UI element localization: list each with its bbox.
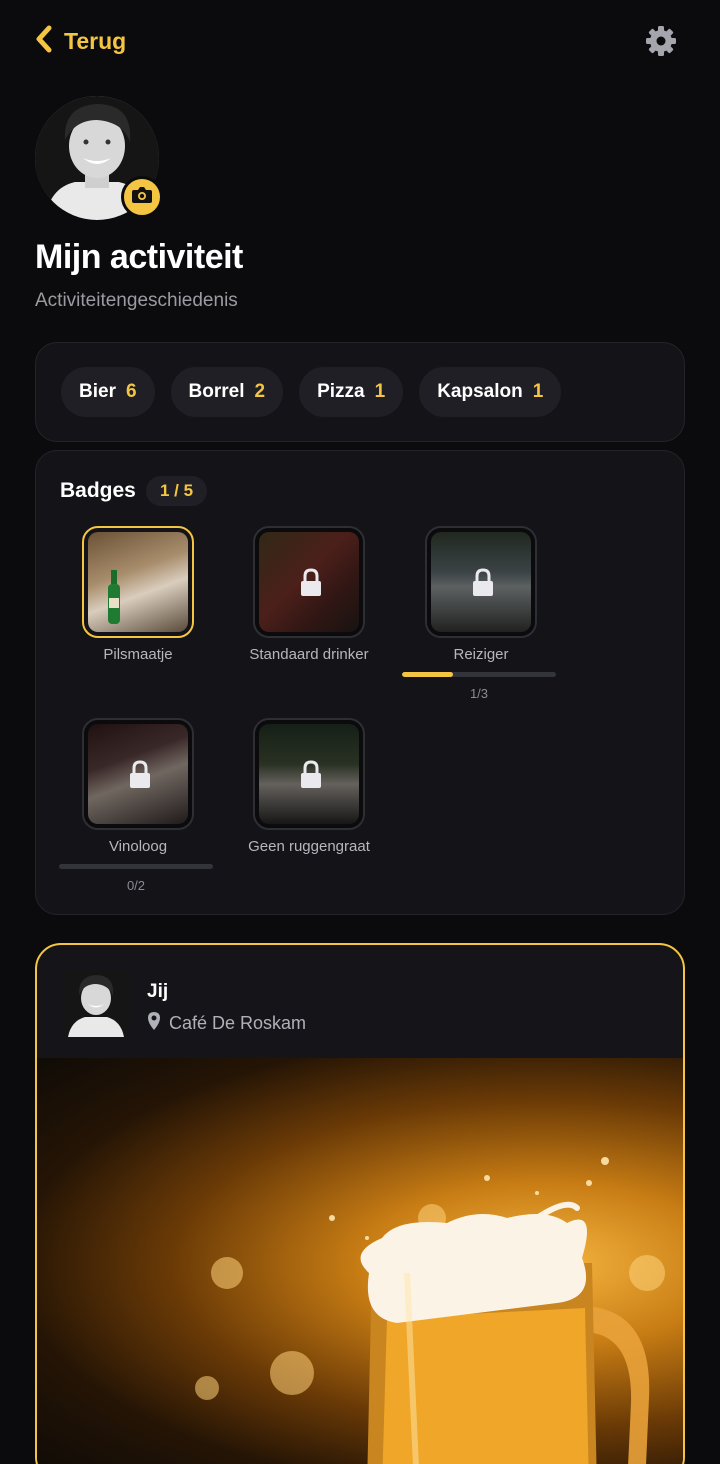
- map-pin-icon: [147, 1011, 161, 1036]
- activity-stats-card: Bier 6 Borrel 2 Pizza 1 Kapsalon 1: [35, 342, 685, 442]
- post-location[interactable]: Café De Roskam: [147, 1011, 306, 1036]
- lock-icon: [130, 760, 150, 788]
- stat-chip-kapsalon[interactable]: Kapsalon 1: [419, 367, 562, 417]
- badge-image: [253, 526, 365, 638]
- lock-icon: [301, 568, 321, 596]
- post-author-avatar[interactable]: [63, 971, 129, 1037]
- badge-progress-label: 0/2: [126, 878, 146, 893]
- back-label: Terug: [64, 27, 127, 54]
- camera-icon: [131, 186, 153, 209]
- stat-chip-pizza[interactable]: Pizza 1: [299, 367, 404, 417]
- stat-chip-borrel[interactable]: Borrel 2: [170, 367, 284, 417]
- lock-icon: [301, 760, 321, 788]
- stat-count: 6: [125, 381, 137, 402]
- stat-label: Pizza: [317, 381, 365, 402]
- profile-avatar-group: [35, 96, 163, 222]
- stat-label: Borrel: [188, 381, 245, 402]
- lock-icon: [473, 568, 493, 596]
- badge-progress-label: 1/3: [469, 686, 489, 701]
- badge-image: [425, 526, 537, 638]
- stat-label: Kapsalon: [437, 381, 523, 402]
- badges-card: Badges 1 / 5 Pilsmaatje Standaard drinke…: [35, 450, 685, 915]
- beer-mug-illustration: [195, 1157, 665, 1464]
- chevron-left-icon: [34, 25, 54, 58]
- gear-icon: [644, 26, 678, 62]
- badge-reiziger[interactable]: Reiziger 1/3: [380, 526, 556, 706]
- settings-button[interactable]: [644, 24, 678, 58]
- post-author-name: Jij: [147, 981, 169, 1002]
- badge-geen-ruggengraat[interactable]: Geen ruggengraat: [208, 718, 370, 898]
- post-location-label: Café De Roskam: [169, 1013, 307, 1033]
- badge-vinoloog[interactable]: Vinoloog 0/2: [37, 718, 213, 898]
- badges-title: Badges: [60, 479, 136, 502]
- page-title: Mijn activiteit: [35, 238, 243, 276]
- badge-progress-bar: [402, 672, 556, 677]
- page-subtitle: Activiteitengeschiedenis: [35, 290, 238, 311]
- badge-image: [82, 718, 194, 830]
- badge-name: Reiziger: [453, 646, 509, 663]
- stat-count: 1: [374, 381, 386, 402]
- change-photo-button[interactable]: [121, 176, 163, 218]
- badge-pilsmaatje[interactable]: Pilsmaatje: [37, 526, 197, 706]
- badge-standaard-drinker[interactable]: Standaard drinker: [208, 526, 369, 706]
- stat-count: 1: [532, 381, 544, 402]
- stat-label: Bier: [79, 381, 116, 402]
- stat-count: 2: [254, 381, 266, 402]
- badge-progress-fill: [402, 672, 453, 677]
- top-bar: Terug: [0, 0, 720, 84]
- badge-name: Geen ruggengraat: [248, 838, 370, 855]
- back-button[interactable]: Terug: [34, 24, 126, 58]
- badge-progress-bar: [59, 864, 213, 869]
- activity-post-card[interactable]: Jij Café De Roskam: [35, 943, 685, 1464]
- badges-count: 1 / 5: [146, 476, 208, 506]
- stat-chip-bier[interactable]: Bier 6: [61, 367, 155, 417]
- badge-image: [82, 526, 194, 638]
- post-image[interactable]: [37, 1058, 683, 1464]
- beer-bottle-icon: [108, 570, 120, 624]
- badge-image: [253, 718, 365, 830]
